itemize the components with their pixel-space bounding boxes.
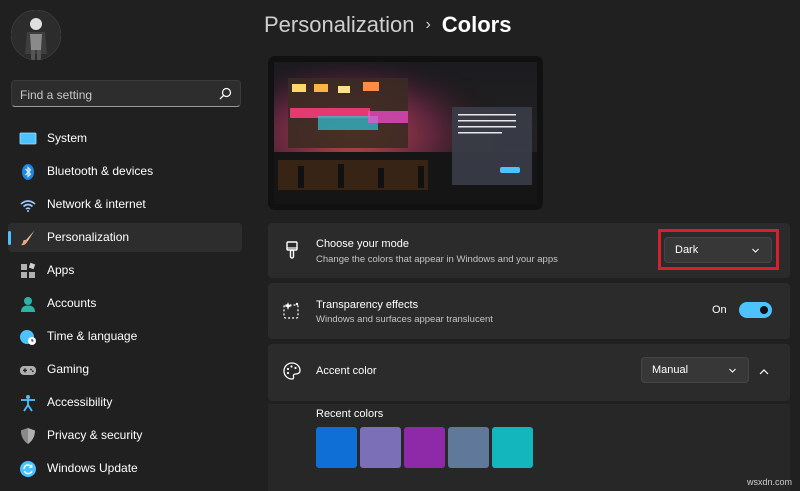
recent-color-swatch[interactable]	[492, 427, 533, 468]
transparency-state-label: On	[712, 304, 727, 316]
recent-color-swatch[interactable]	[404, 427, 445, 468]
sidebar-item-label: System	[47, 131, 88, 145]
sidebar: System Bluetooth & devices Network & int…	[0, 0, 250, 491]
accent-title: Accent color	[316, 365, 377, 377]
theme-preview	[268, 56, 543, 210]
sparkle-icon	[283, 302, 299, 319]
recent-color-swatch[interactable]	[448, 427, 489, 468]
search-input[interactable]	[12, 81, 222, 108]
toggle-knob	[760, 306, 768, 314]
chevron-up-icon[interactable]	[757, 365, 771, 379]
sidebar-item-label: Personalization	[47, 230, 130, 244]
sidebar-item-accounts[interactable]: Accounts	[8, 289, 242, 318]
update-icon	[20, 461, 36, 477]
bluetooth-icon	[22, 164, 34, 180]
search-icon[interactable]	[219, 87, 232, 100]
mode-card: Choose your mode Change the colors that …	[268, 223, 790, 278]
accent-dropdown[interactable]: Manual	[641, 357, 749, 383]
transparency-toggle[interactable]	[739, 302, 772, 318]
chevron-down-icon	[729, 368, 736, 373]
sidebar-item-label: Gaming	[47, 362, 90, 376]
mode-dropdown[interactable]: Dark	[664, 237, 772, 263]
sidebar-item-network[interactable]: Network & internet	[8, 190, 242, 219]
recent-color-swatch[interactable]	[316, 427, 357, 468]
transparency-title: Transparency effects	[316, 299, 419, 311]
sidebar-item-personalization[interactable]: Personalization	[8, 223, 242, 252]
sidebar-item-label: Accounts	[47, 296, 97, 310]
sidebar-item-time-language[interactable]: Time & language	[8, 322, 242, 351]
person-icon	[21, 297, 35, 312]
sidebar-item-gaming[interactable]: Gaming	[8, 355, 242, 384]
sidebar-item-accessibility[interactable]: Accessibility	[8, 388, 242, 417]
sidebar-item-label: Windows Update	[47, 461, 138, 475]
breadcrumb: Personalization › Colors	[264, 12, 511, 42]
apps-icon	[21, 262, 36, 278]
palette-icon	[283, 362, 301, 380]
brush-icon	[21, 230, 35, 246]
paint-brush-icon	[286, 241, 298, 259]
monitor-icon	[19, 132, 37, 145]
wallpaper-preview-image	[274, 62, 537, 204]
recent-color-swatch[interactable]	[360, 427, 401, 468]
recent-colors-label: Recent colors	[316, 408, 384, 420]
avatar[interactable]	[11, 10, 61, 60]
transparency-card: Transparency effects Windows and surface…	[268, 283, 790, 339]
accent-dropdown-value: Manual	[652, 364, 689, 376]
sidebar-item-label: Accessibility	[47, 395, 113, 409]
chevron-right-icon: ›	[425, 16, 431, 33]
sidebar-item-label: Apps	[47, 263, 75, 277]
sidebar-item-apps[interactable]: Apps	[8, 256, 242, 285]
search-box	[11, 80, 241, 108]
breadcrumb-parent[interactable]: Personalization	[264, 12, 414, 37]
chevron-down-icon	[752, 248, 759, 253]
mode-title: Choose your mode	[316, 238, 409, 250]
sidebar-item-label: Privacy & security	[47, 428, 143, 442]
globe-clock-icon	[20, 330, 36, 345]
sidebar-item-bluetooth[interactable]: Bluetooth & devices	[8, 157, 242, 186]
watermark: wsxdn.com	[746, 477, 792, 487]
transparency-description: Windows and surfaces appear translucent	[316, 314, 493, 325]
accessibility-icon	[21, 395, 35, 412]
sidebar-item-label: Network & internet	[47, 197, 146, 211]
sidebar-item-label: Time & language	[47, 329, 138, 343]
sidebar-item-windows-update[interactable]: Windows Update	[8, 454, 242, 483]
sidebar-item-system[interactable]: System	[8, 124, 242, 153]
mode-description: Change the colors that appear in Windows…	[316, 254, 558, 265]
page-title: Colors	[441, 12, 512, 37]
shield-icon	[21, 428, 35, 444]
accent-card: Accent color Manual	[268, 344, 790, 401]
sidebar-item-privacy[interactable]: Privacy & security	[8, 421, 242, 450]
gamepad-icon	[20, 366, 36, 375]
mode-dropdown-value: Dark	[675, 244, 699, 256]
sidebar-item-label: Bluetooth & devices	[47, 164, 154, 178]
wifi-icon	[20, 200, 36, 212]
sidebar-nav: System Bluetooth & devices Network & int…	[8, 124, 242, 487]
